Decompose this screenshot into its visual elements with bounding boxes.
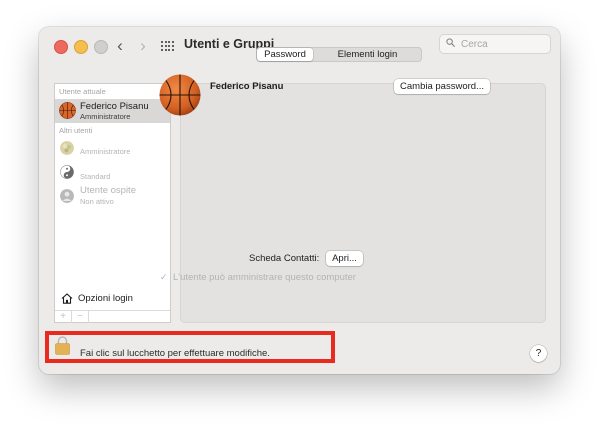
open-contacts-button[interactable]: Apri... [326, 251, 363, 266]
sidebar-item-standard-user[interactable]: Standard [55, 164, 170, 184]
flower-avatar-icon [60, 141, 74, 155]
search-icon [446, 38, 455, 47]
sidebar-item-current-user[interactable]: Federico Pisanu Amministratore [55, 99, 170, 123]
add-user-button[interactable]: + [55, 311, 72, 323]
tab-password[interactable]: Password [257, 48, 313, 61]
current-user-name: Federico Pisanu [80, 100, 149, 112]
show-all-grid-icon[interactable] [161, 41, 174, 52]
current-user-header: Utente attuale [59, 87, 106, 96]
back-button[interactable]: ‹ [112, 36, 128, 56]
yin-yang-avatar-icon [60, 165, 74, 179]
standard-user-role: Standard [80, 172, 111, 181]
minimize-window-button[interactable] [74, 40, 88, 54]
other-users-header: Altri utenti [59, 126, 93, 135]
users-sidebar: Utente attuale Federico Pisanu Amministr… [54, 83, 171, 323]
zoom-window-button[interactable] [94, 40, 108, 54]
close-window-button[interactable] [54, 40, 68, 54]
login-options-label: Opzioni login [78, 293, 133, 304]
admin-user-role: Amministratore [80, 147, 131, 156]
main-user-name: Federico Pisanu [210, 81, 284, 92]
forward-button[interactable]: › [135, 36, 151, 56]
help-button[interactable]: ? [530, 345, 547, 362]
search-placeholder: Cerca [461, 38, 488, 50]
checkmark-icon: ✓ [160, 272, 168, 282]
guest-user-name: Utente ospite [80, 185, 136, 196]
tab-control: Password Elementi login [256, 47, 422, 62]
remove-user-button[interactable]: − [72, 311, 89, 323]
search-field[interactable]: Cerca [439, 34, 551, 54]
red-highlight-box [45, 331, 335, 363]
add-remove-bar: + − [55, 310, 170, 324]
sidebar-item-admin-user[interactable]: Amministratore [55, 140, 170, 160]
guest-user-status: Non attivo [80, 197, 114, 206]
current-user-role: Amministratore [80, 112, 131, 121]
sidebar-item-guest-user[interactable]: Utente ospite Non attivo [55, 185, 170, 206]
login-options-item[interactable]: Opzioni login [55, 291, 170, 307]
user-detail-panel [180, 83, 546, 323]
guest-avatar-icon [60, 189, 74, 203]
tab-login-items[interactable]: Elementi login [314, 48, 421, 61]
user-avatar-basketball[interactable] [159, 74, 201, 116]
basketball-icon [59, 102, 76, 119]
admin-checkbox-label: L'utente può amministrare questo compute… [173, 272, 356, 283]
contacts-card-label: Scheda Contatti: [249, 253, 320, 264]
house-icon [61, 293, 73, 304]
change-password-button[interactable]: Cambia password... [394, 79, 490, 94]
